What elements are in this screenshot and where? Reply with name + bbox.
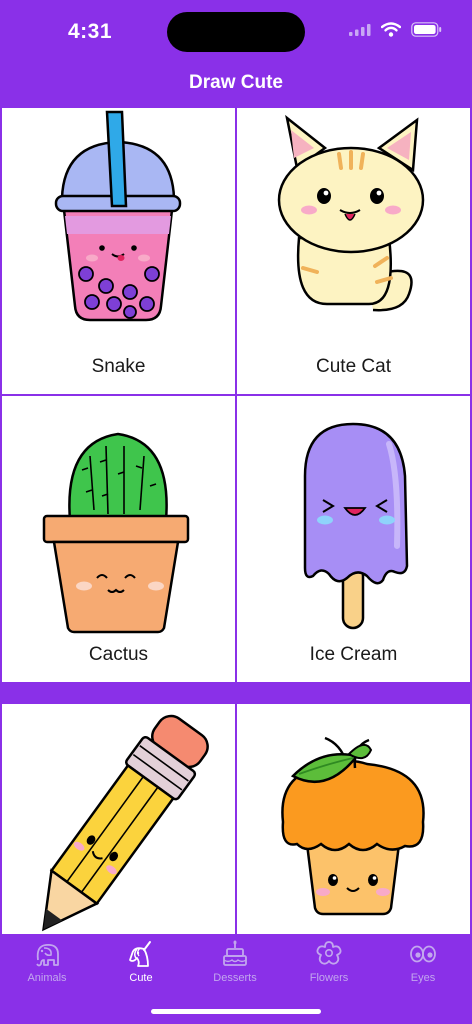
cactus-drawing	[42, 432, 190, 634]
status-bar: 4:31	[0, 0, 472, 62]
pencil-drawing	[42, 714, 209, 932]
flower-icon	[316, 941, 342, 965]
drawing-card[interactable]: Snake	[2, 108, 235, 394]
popsicle-drawing	[303, 422, 409, 630]
tab-label: Eyes	[410, 972, 436, 984]
drawing-card[interactable]	[2, 704, 235, 934]
drawing-label: Cute Cat	[316, 356, 391, 377]
tab-label: Flowers	[309, 972, 349, 984]
tab-flowers[interactable]: Flowers	[282, 940, 376, 992]
tab-label: Cute	[129, 972, 153, 984]
navigation-bar: Draw Cute	[0, 62, 472, 106]
status-time: 4:31	[68, 20, 113, 43]
cake-icon	[223, 940, 247, 966]
cellular-signal-icon	[349, 23, 371, 36]
drawing-label: Ice Cream	[309, 644, 398, 665]
status-icons	[349, 22, 442, 37]
bubble-tea-drawing	[54, 110, 182, 322]
battery-icon	[411, 22, 442, 37]
drawing-card[interactable]: Cute Cat	[237, 108, 470, 394]
page-title: Draw Cute	[189, 72, 283, 93]
drawing-label: Snake	[91, 356, 146, 377]
cupcake-drawing	[281, 736, 425, 916]
elephant-icon	[36, 944, 59, 967]
tab-eyes[interactable]: Eyes	[376, 940, 470, 992]
cat-drawing	[277, 114, 425, 312]
drawing-card[interactable]: Cactus	[2, 396, 235, 682]
tab-animals[interactable]: Animals	[0, 940, 94, 992]
tab-cute[interactable]: Cute	[94, 940, 188, 992]
dynamic-island	[167, 12, 305, 52]
eyes-icon	[410, 945, 436, 963]
tab-label: Animals	[27, 972, 67, 984]
home-indicator[interactable]	[151, 1009, 321, 1014]
drawing-card[interactable]: Ice Cream	[237, 396, 470, 682]
unicorn-icon	[129, 941, 151, 967]
tab-label: Desserts	[213, 972, 257, 984]
drawing-label: Cactus	[88, 644, 149, 665]
wifi-icon	[381, 22, 401, 37]
tab-desserts[interactable]: Desserts	[188, 940, 282, 992]
drawing-grid[interactable]: Snake Cute Cat Cactus Ice Cream	[0, 106, 472, 934]
drawing-card[interactable]	[237, 704, 470, 934]
